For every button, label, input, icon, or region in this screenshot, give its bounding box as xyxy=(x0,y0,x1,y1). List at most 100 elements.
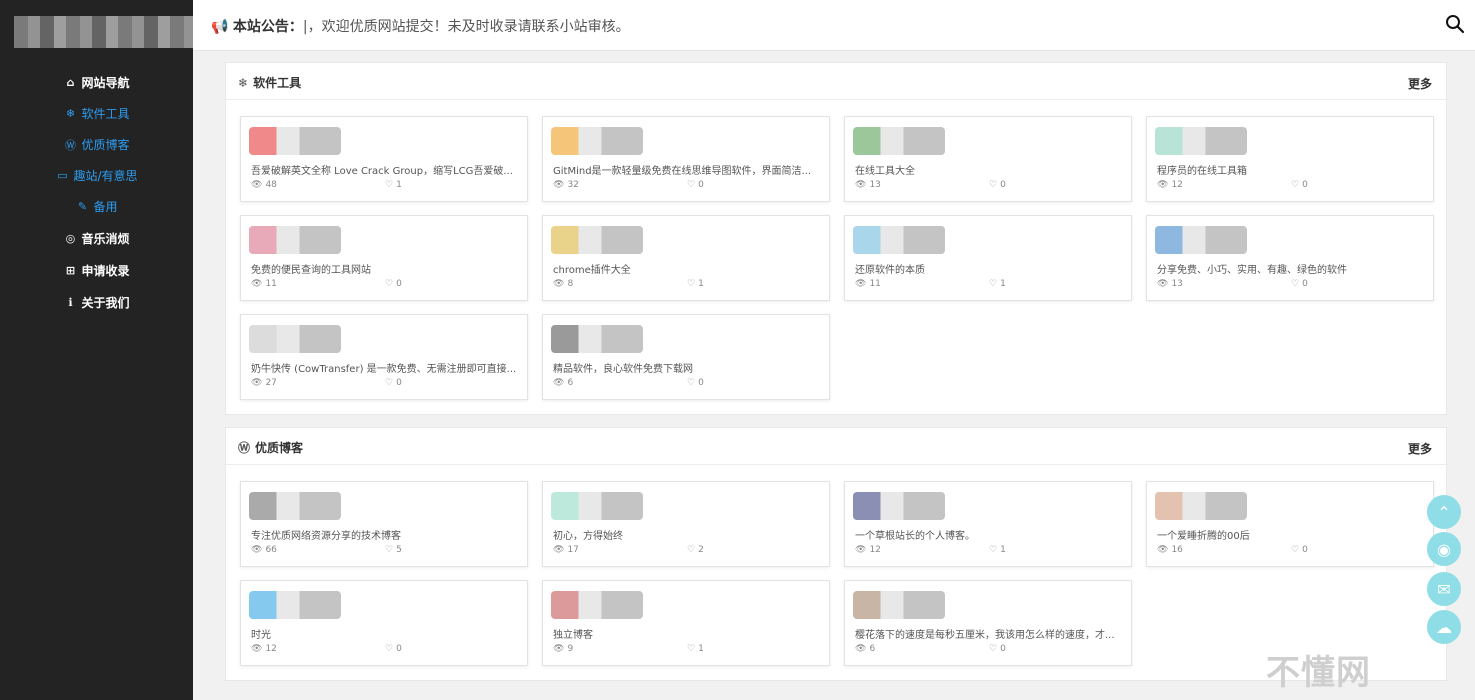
sidebar-item-label: 关于我们 xyxy=(81,295,130,310)
more-link[interactable]: 更多 xyxy=(1408,440,1432,457)
sidebar-nav: ⌂ 网站导航 ❄ 软件工具 Ⓦ 优质博客 ▭ 趣站/有意思 ✎ 备用 ◎ 音乐消烦 ⊞ 申请收录 ℹ 关于我们 xyxy=(0,66,193,318)
views-stat: 👁 12 xyxy=(855,545,881,555)
sidebar-item[interactable]: ⌂ 网站导航 xyxy=(0,66,193,98)
megaphone-icon: 📢 xyxy=(211,19,229,35)
likes-stat[interactable]: ♡ 2 xyxy=(687,545,704,555)
likes-stat[interactable]: ♡ 1 xyxy=(989,545,1006,555)
heart-icon: ♡ xyxy=(1291,545,1300,555)
likes-stat[interactable]: ♡ 1 xyxy=(687,644,704,654)
likes-stat[interactable]: ♡ 0 xyxy=(385,279,402,289)
views-stat: 👁 48 xyxy=(251,180,277,190)
views-stat: 👁 12 xyxy=(1157,180,1183,190)
heart-icon: ♡ xyxy=(385,279,394,289)
sidebar-item-label: 网站导航 xyxy=(81,75,130,90)
site-card[interactable]: 专注优质网络资源分享的技术博客 👁 66 ♡ 5 xyxy=(240,481,528,567)
site-description: 吾爱破解英文全称 Love Crack Group，缩写LCG吾爱破... xyxy=(251,166,513,177)
back-to-top-button[interactable]: ⌃ xyxy=(1427,495,1461,529)
sidebar-item-label: 申请收录 xyxy=(81,263,130,278)
likes-stat[interactable]: ♡ 0 xyxy=(989,180,1006,190)
likes-stat[interactable]: ♡ 5 xyxy=(385,545,402,555)
heart-icon: ♡ xyxy=(1291,180,1300,190)
site-card[interactable]: 免费的便民查询的工具网站 👁 11 ♡ 0 xyxy=(240,215,528,301)
sidebar-item[interactable]: ▭ 趣站/有意思 xyxy=(0,160,193,191)
likes-stat[interactable]: ♡ 0 xyxy=(1291,545,1308,555)
views-stat: 👁 27 xyxy=(251,378,277,388)
site-thumbnail xyxy=(249,325,341,353)
wordpress-icon: Ⓦ xyxy=(64,138,76,152)
site-card[interactable]: 初心，方得始终 👁 17 ♡ 2 xyxy=(542,481,830,567)
views-stat: 👁 11 xyxy=(251,279,277,289)
wechat-button[interactable]: ☁ xyxy=(1427,610,1461,644)
site-card[interactable]: 奶牛快传 (CowTransfer) 是一款免费、无需注册即可直接... 👁 27 ♡… xyxy=(240,314,528,400)
monitor-icon: ▭ xyxy=(57,169,68,182)
likes-count: 0 xyxy=(1000,644,1006,654)
likes-stat[interactable]: ♡ 0 xyxy=(687,180,704,190)
site-thumbnail xyxy=(551,492,643,520)
site-description: 樱花落下的速度是每秒五厘米，我该用怎么样的速度，才... xyxy=(855,630,1115,641)
heart-icon: ♡ xyxy=(687,644,696,654)
site-card[interactable]: 独立博客 👁 9 ♡ 1 xyxy=(542,580,830,666)
likes-stat[interactable]: ♡ 0 xyxy=(1291,180,1308,190)
site-card[interactable]: chrome插件大全 👁 8 ♡ 1 xyxy=(542,215,830,301)
site-thumbnail xyxy=(551,591,643,619)
eye-icon: 👁 xyxy=(855,545,867,555)
sidebar-item-label: 备用 xyxy=(93,200,118,214)
site-description: 精品软件，良心软件免费下载网 xyxy=(553,364,693,375)
site-card[interactable]: 程序员的在线工具箱 👁 12 ♡ 0 xyxy=(1146,116,1434,202)
site-card[interactable]: GitMind是一款轻量级免费在线思维导图软件，界面简洁... 👁 32 ♡ 0 xyxy=(542,116,830,202)
likes-stat[interactable]: ♡ 1 xyxy=(989,279,1006,289)
site-description: 一个草根站长的个人博客。 xyxy=(855,531,975,542)
heart-icon: ♡ xyxy=(385,378,394,388)
site-card[interactable]: 精品软件，良心软件免费下载网 👁 6 ♡ 0 xyxy=(542,314,830,400)
site-card[interactable]: 时光 👁 12 ♡ 0 xyxy=(240,580,528,666)
sidebar-item[interactable]: ⊞ 申请收录 xyxy=(0,254,193,286)
sidebar: ⌂ 网站导航 ❄ 软件工具 Ⓦ 优质博客 ▭ 趣站/有意思 ✎ 备用 ◎ 音乐消烦 ⊞ 申请收录 ℹ 关于我们 xyxy=(0,0,194,700)
likes-count: 2 xyxy=(698,545,704,555)
sidebar-item[interactable]: ℹ 关于我们 xyxy=(0,286,193,318)
heart-icon: ♡ xyxy=(989,545,998,555)
views-stat: 👁 13 xyxy=(855,180,881,190)
likes-stat[interactable]: ♡ 0 xyxy=(385,378,402,388)
likes-stat[interactable]: ♡ 0 xyxy=(989,644,1006,654)
sidebar-item-label: 趣站/有意思 xyxy=(73,169,138,183)
likes-stat[interactable]: ♡ 1 xyxy=(687,279,704,289)
views-stat: 👁 66 xyxy=(251,545,277,555)
sidebar-item[interactable]: ❄ 软件工具 xyxy=(0,98,193,129)
views-count: 32 xyxy=(567,180,579,190)
site-card[interactable]: 还原软件的本质 👁 11 ♡ 1 xyxy=(844,215,1132,301)
likes-stat[interactable]: ♡ 1 xyxy=(385,180,402,190)
site-card[interactable]: 分享免费、小巧、实用、有趣、绿色的软件 👁 13 ♡ 0 xyxy=(1146,215,1434,301)
eye-icon: 👁 xyxy=(553,180,565,190)
mail-icon: ✉ xyxy=(1437,579,1451,599)
site-logo[interactable] xyxy=(14,16,194,48)
site-thumbnail xyxy=(853,492,945,520)
site-card[interactable]: 一个草根站长的个人博客。 👁 12 ♡ 1 xyxy=(844,481,1132,567)
sidebar-item[interactable]: Ⓦ 优质博客 xyxy=(0,129,193,160)
qq-button[interactable]: ◉ xyxy=(1427,532,1461,566)
sidebar-item[interactable]: ✎ 备用 xyxy=(0,191,193,222)
site-description: 分享免费、小巧、实用、有趣、绿色的软件 xyxy=(1157,265,1347,276)
mail-button[interactable]: ✉ xyxy=(1427,572,1461,606)
search-icon[interactable] xyxy=(1445,14,1465,34)
pencil-icon: ✎ xyxy=(77,200,88,213)
views-stat: 👁 11 xyxy=(855,279,881,289)
views-stat: 👁 8 xyxy=(553,279,573,289)
views-count: 11 xyxy=(265,279,277,289)
site-card[interactable]: 一个爱睡折腾的00后 👁 16 ♡ 0 xyxy=(1146,481,1434,567)
site-card[interactable]: 在线工具大全 👁 13 ♡ 0 xyxy=(844,116,1132,202)
more-link[interactable]: 更多 xyxy=(1408,75,1432,92)
likes-stat[interactable]: ♡ 0 xyxy=(1291,279,1308,289)
heart-icon: ♡ xyxy=(989,644,998,654)
site-thumbnail xyxy=(853,226,945,254)
views-stat: 👁 12 xyxy=(251,644,277,654)
site-thumbnail xyxy=(249,127,341,155)
heart-icon: ♡ xyxy=(385,644,394,654)
likes-stat[interactable]: ♡ 0 xyxy=(385,644,402,654)
likes-stat[interactable]: ♡ 0 xyxy=(687,378,704,388)
site-card[interactable]: 樱花落下的速度是每秒五厘米，我该用怎么样的速度，才... 👁 6 ♡ 0 xyxy=(844,580,1132,666)
eye-icon: 👁 xyxy=(553,378,565,388)
site-thumbnail xyxy=(249,226,341,254)
site-card[interactable]: 吾爱破解英文全称 Love Crack Group，缩写LCG吾爱破... 👁 48… xyxy=(240,116,528,202)
sidebar-item[interactable]: ◎ 音乐消烦 xyxy=(0,222,193,254)
likes-count: 1 xyxy=(698,644,704,654)
